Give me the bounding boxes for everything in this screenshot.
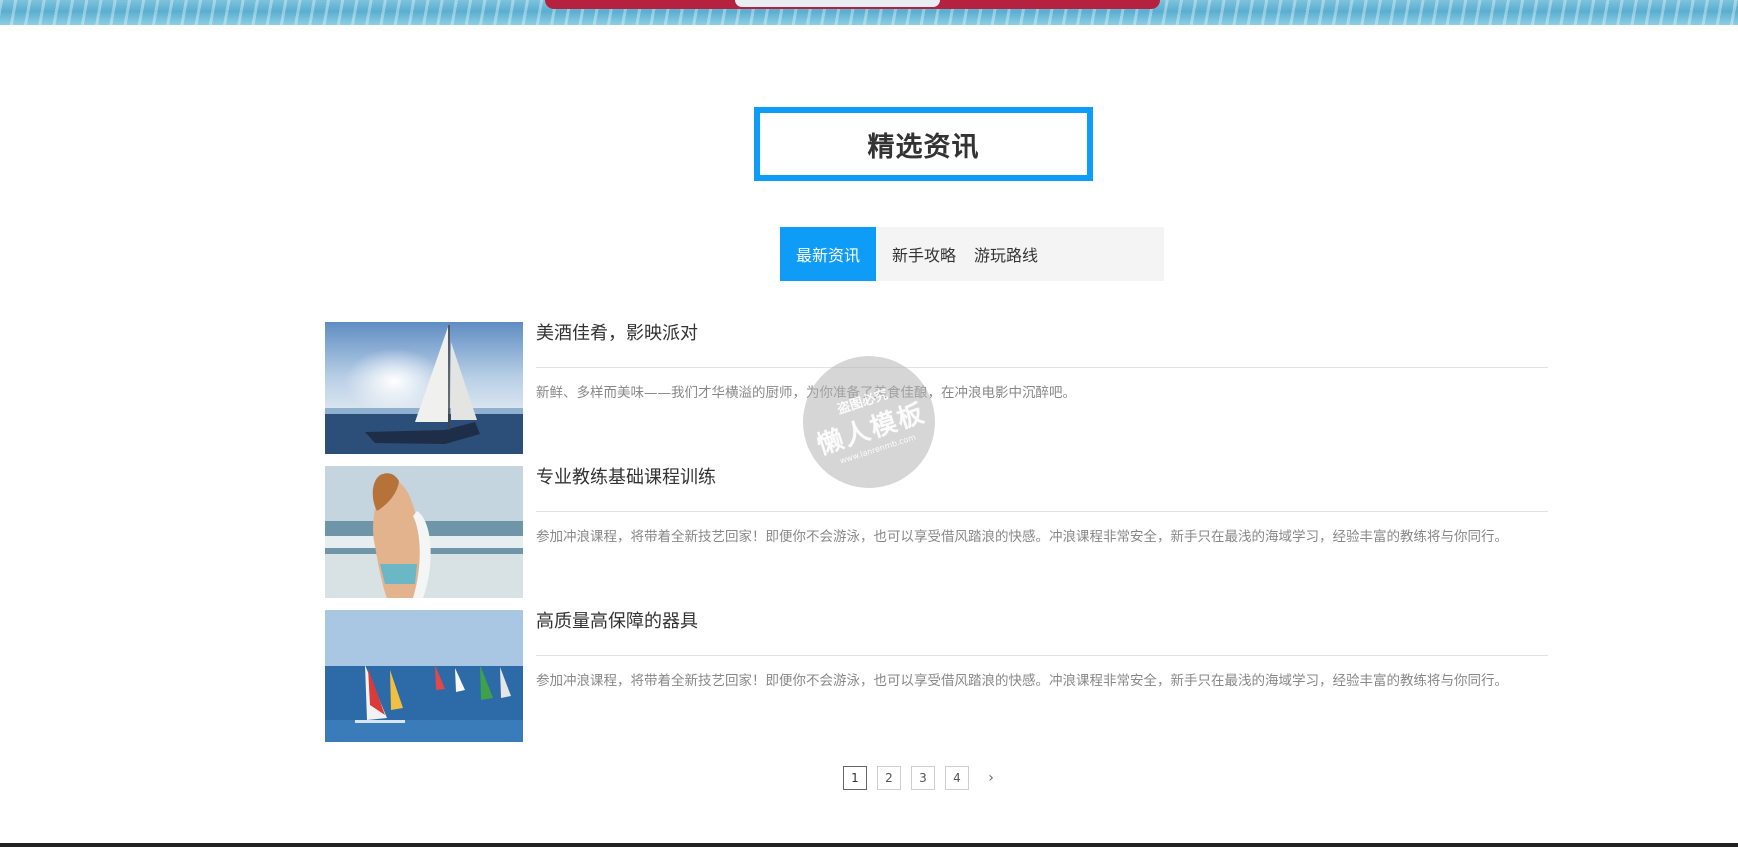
news-list: 美酒佳肴，影映派对 新鲜、多样而美味——我们才华横溢的厨师，为你准备了美食佳酿，… [325,322,1548,754]
pagination: 1 2 3 4 › [843,766,1003,790]
section-title-box: 精选资讯 [754,107,1093,181]
news-description: 参加冲浪课程，将带着全新技艺回家！即便你不会游泳，也可以享受借风踏浪的快感。冲浪… [536,529,1508,545]
tab-latest-news[interactable]: 最新资讯 [780,227,876,281]
news-item[interactable]: 高质量高保障的器具 参加冲浪课程，将带着全新技艺回家！即便你不会游泳，也可以享受… [325,610,1548,754]
page-2-button[interactable]: 2 [877,766,901,790]
page-4-button[interactable]: 4 [945,766,969,790]
tab-travel-routes[interactable]: 游玩路线 [972,227,1164,281]
news-title[interactable]: 美酒佳肴，影映派对 [536,322,698,346]
windsurfers-image [325,610,523,742]
sailboat-image [325,322,523,454]
news-divider [536,511,1548,512]
news-thumbnail[interactable] [325,610,523,742]
news-divider [536,655,1548,656]
news-description: 参加冲浪课程，将带着全新技艺回家！即便你不会游泳，也可以享受借风踏浪的快感。冲浪… [536,673,1508,689]
news-thumbnail[interactable] [325,322,523,454]
top-banner-image [0,0,1738,25]
page-1-button[interactable]: 1 [843,766,867,790]
news-description: 新鲜、多样而美味——我们才华横溢的厨师，为你准备了美食佳酿，在冲浪电影中沉醉吧。 [536,385,1076,401]
footer-edge [0,843,1738,847]
news-divider [536,367,1548,368]
next-page-icon[interactable]: › [979,766,1003,790]
news-title[interactable]: 专业教练基础课程训练 [536,466,716,490]
boat-deck [735,0,940,7]
news-title[interactable]: 高质量高保障的器具 [536,610,698,634]
news-item[interactable]: 美酒佳肴，影映派对 新鲜、多样而美味——我们才华横溢的厨师，为你准备了美食佳酿，… [325,322,1548,466]
news-thumbnail[interactable] [325,466,523,598]
news-item[interactable]: 专业教练基础课程训练 参加冲浪课程，将带着全新技艺回家！即便你不会游泳，也可以享… [325,466,1548,610]
page-3-button[interactable]: 3 [911,766,935,790]
tab-beginner-guide[interactable]: 新手攻略 [876,227,972,281]
news-tabs: 最新资讯 新手攻略 游玩路线 [780,227,1164,281]
surfer-woman-image [325,466,523,598]
section-title: 精选资讯 [867,131,980,163]
